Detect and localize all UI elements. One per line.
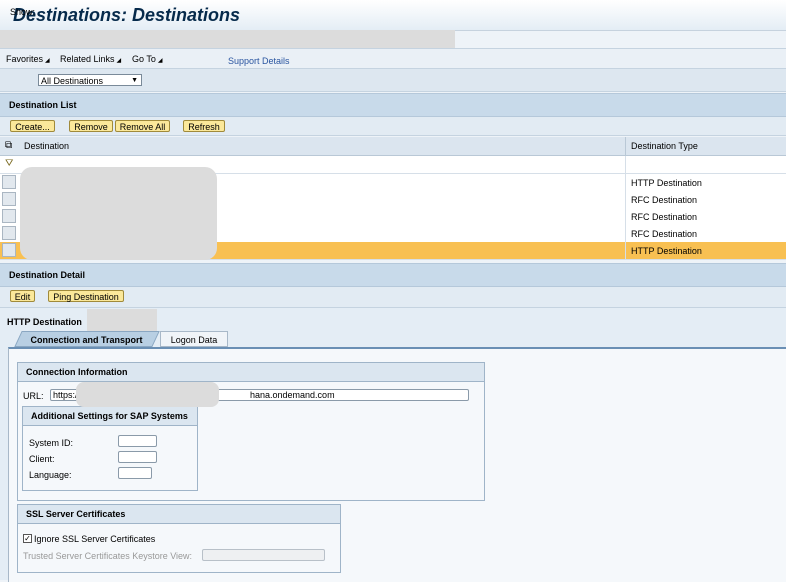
url-label: URL: (23, 391, 44, 401)
related-links-menu[interactable]: Related Links ◢ (60, 54, 121, 64)
system-id-field[interactable] (118, 435, 157, 447)
support-details-link[interactable]: Support Details (228, 56, 290, 66)
show-select[interactable]: All Destinations ▼ (38, 74, 142, 86)
group-title: SSL Server Certificates (26, 509, 126, 519)
row-type: RFC Destination (631, 195, 698, 205)
column-destination[interactable]: Destination (24, 141, 69, 151)
column-divider (625, 174, 626, 191)
page-title: Destinations: Destinations (13, 5, 241, 25)
menu-bar: Favorites ◢ Related Links ◢ Go To ◢ Support… (0, 48, 786, 69)
row-selector[interactable] (2, 243, 16, 257)
edit-button[interactable]: Edit (10, 290, 35, 302)
client-field[interactable] (118, 451, 157, 463)
ignore-ssl-label: Ignore SSL Server Certificates (34, 534, 156, 544)
column-destination-type[interactable]: Destination Type (631, 141, 698, 151)
group-header: Additional Settings for SAP Systems (23, 407, 197, 426)
row-type: RFC Destination (631, 229, 698, 239)
row-selector[interactable] (2, 209, 16, 223)
refresh-button[interactable]: Refresh (183, 120, 225, 132)
list-toolbar: Create... Remove Remove All Refresh (0, 117, 786, 136)
favorites-label: Favorites (6, 54, 44, 64)
destination-kind-label: HTTP Destination (7, 317, 82, 327)
detail-toolbar: Edit Ping Destination (0, 287, 786, 308)
remove-button[interactable]: Remove (69, 120, 113, 132)
group-title: Connection Information (26, 367, 128, 377)
redacted-area (87, 309, 157, 331)
column-divider (625, 137, 626, 155)
tab-connection-and-transport[interactable]: Connection and Transport (14, 331, 160, 347)
group-header: Connection Information (18, 363, 484, 382)
column-divider (625, 208, 626, 225)
tab-label: Connection and Transport (30, 335, 143, 345)
corner-arrow-icon: ◢ (45, 58, 50, 64)
client-label: Client: (29, 454, 55, 464)
keystore-label: Trusted Server Certificates Keystore Vie… (23, 551, 193, 561)
destination-list-title: Destination List (9, 100, 77, 110)
column-divider (625, 225, 626, 242)
row-type: HTTP Destination (631, 178, 702, 188)
table-header: ⧉ Destination Destination Type (0, 137, 786, 156)
group-title: Additional Settings for SAP Systems (31, 411, 188, 421)
corner-arrow-icon: ◢ (116, 58, 122, 64)
tab-logon-data[interactable]: Logon Data (160, 331, 228, 347)
redacted-area (76, 382, 219, 407)
go-to-label: Go To (132, 54, 156, 64)
language-field[interactable] (118, 467, 152, 479)
url-prefix: https:/ (53, 390, 78, 400)
column-divider (625, 191, 626, 208)
filter-icon[interactable]: ⛛ (5, 158, 13, 169)
redacted-area (20, 167, 217, 260)
table-settings-icon[interactable]: ⧉ (5, 140, 12, 151)
column-divider (625, 242, 626, 259)
remove-all-button[interactable]: Remove All (115, 120, 170, 132)
sap-settings-group: Additional Settings for SAP Systems Syst… (22, 406, 198, 491)
ignore-ssl-checkbox[interactable]: ✓ (23, 534, 32, 543)
tab-label: Logon Data (170, 335, 218, 345)
redacted-area (0, 30, 455, 48)
keystore-field (202, 549, 325, 561)
go-to-menu[interactable]: Go To ◢ (132, 54, 162, 64)
row-selector[interactable] (2, 192, 16, 206)
destination-list-header: Destination List (0, 93, 786, 117)
destination-detail-title: Destination Detail (9, 270, 86, 280)
tab-panel: Connection Information URL: https:/ hana… (8, 347, 786, 582)
ping-destination-button[interactable]: Ping Destination (48, 290, 124, 302)
favorites-menu[interactable]: Favorites ◢ (6, 54, 50, 64)
row-selector[interactable] (2, 175, 16, 189)
ssl-certificates-group: SSL Server Certificates ✓ Ignore SSL Ser… (17, 504, 341, 573)
chevron-down-icon: ▼ (131, 77, 138, 84)
row-selector[interactable] (2, 226, 16, 240)
language-label: Language: (29, 470, 72, 480)
row-type: RFC Destination (631, 212, 698, 222)
show-label: Show: (10, 7, 36, 17)
corner-arrow-icon: ◢ (157, 58, 163, 64)
related-links-label: Related Links (60, 54, 115, 64)
column-divider (625, 156, 626, 173)
destination-detail-header: Destination Detail (0, 263, 786, 287)
group-header: SSL Server Certificates (18, 505, 340, 524)
system-id-label: System ID: (29, 438, 74, 448)
show-select-value: All Destinations (41, 76, 104, 86)
create-button[interactable]: Create... (10, 120, 55, 132)
url-suffix: hana.ondemand.com (250, 390, 335, 400)
row-type: HTTP Destination (631, 246, 702, 256)
